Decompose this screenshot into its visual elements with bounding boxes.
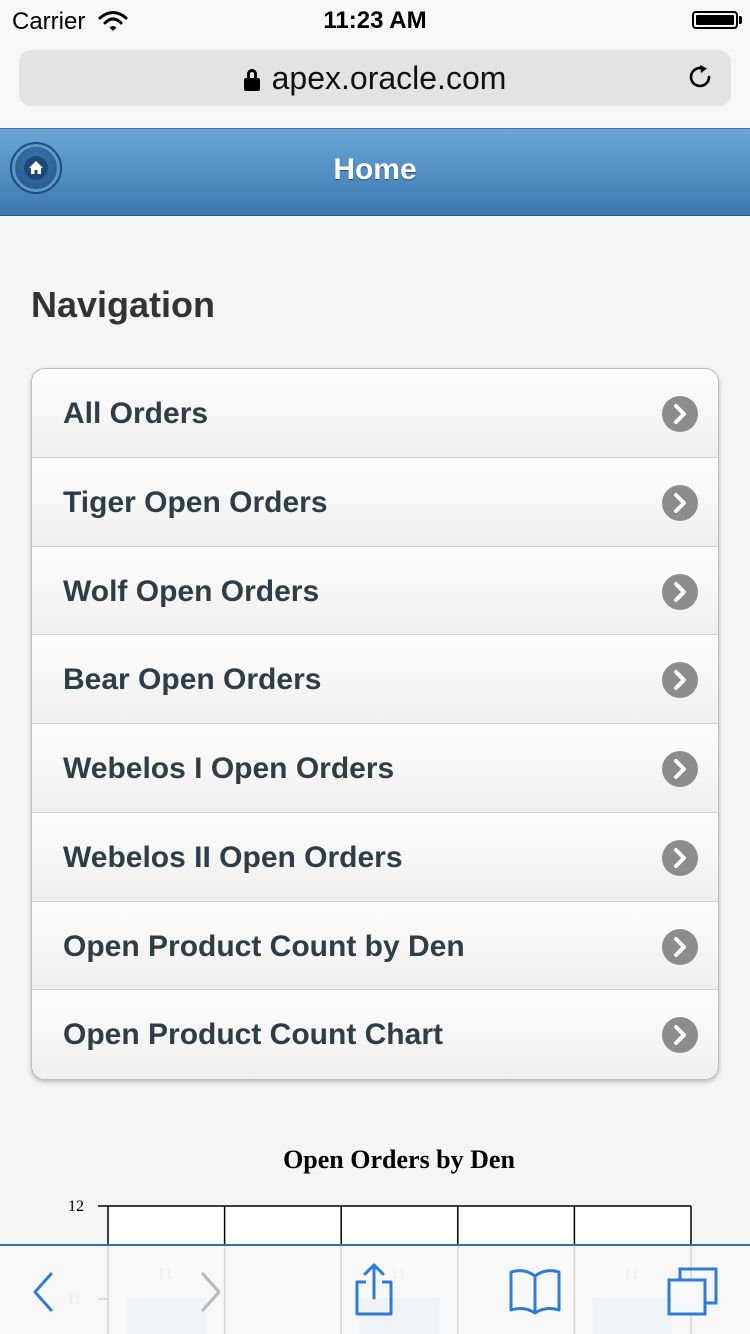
chevron-right-icon	[662, 751, 698, 787]
chevron-right-icon	[662, 839, 698, 876]
bookmarks-icon[interactable]	[508, 1266, 562, 1316]
y-tick-label: 12	[68, 1198, 84, 1215]
app-header: Home	[0, 128, 750, 216]
battery-icon	[692, 11, 738, 29]
chevron-right-icon	[662, 484, 698, 521]
forward-icon[interactable]	[198, 1270, 224, 1314]
nav-item-bear-open-orders[interactable]: Bear Open Orders	[32, 635, 718, 724]
nav-item-wolf-open-orders[interactable]: Wolf Open Orders	[32, 546, 718, 636]
page-title: Home	[333, 153, 417, 186]
nav-item-tiger-open-orders[interactable]: Tiger Open Orders	[32, 457, 718, 547]
status-bar: Carrier 11:23 AM	[0, 0, 750, 40]
nav-item-label: Open Product Count by Den	[63, 929, 465, 963]
back-icon[interactable]	[30, 1270, 56, 1314]
navigation-heading: Navigation	[31, 284, 216, 325]
tabs-icon[interactable]	[666, 1266, 720, 1318]
nav-item-label: Tiger Open Orders	[63, 485, 328, 519]
chart-title: Open Orders by Den	[283, 1145, 515, 1174]
url-text: apex.oracle.com	[271, 60, 507, 96]
browser-chrome: apex.oracle.com	[0, 40, 750, 129]
nav-item-label: All Orders	[63, 397, 209, 430]
nav-item-label: Bear Open Orders	[63, 663, 322, 697]
nav-item-open-product-count-chart[interactable]: Open Product Count Chart	[32, 990, 718, 1079]
nav-item-webelos-i-open-orders[interactable]: Webelos I Open Orders	[32, 724, 718, 813]
nav-item-label: Wolf Open Orders	[63, 574, 320, 608]
browser-toolbar	[0, 1244, 750, 1334]
chevron-right-icon	[662, 573, 698, 610]
chevron-right-icon	[662, 662, 698, 699]
nav-item-label: Webelos II Open Orders	[63, 840, 403, 874]
navigation-list: All Orders Tiger Open Orders Wolf Open O…	[31, 368, 719, 1080]
nav-item-label: Open Product Count Chart	[63, 1018, 443, 1052]
clock: 11:23 AM	[323, 7, 427, 34]
chevron-right-icon	[662, 396, 698, 432]
lock-icon	[243, 69, 260, 91]
nav-item-open-product-count-by-den[interactable]: Open Product Count by Den	[32, 901, 718, 991]
chevron-right-icon	[662, 928, 698, 965]
chevron-right-icon	[662, 1017, 698, 1054]
nav-item-label: Webelos I Open Orders	[63, 752, 395, 785]
nav-item-all-orders[interactable]: All Orders	[32, 369, 718, 458]
reload-icon[interactable]	[685, 62, 715, 92]
share-icon[interactable]	[352, 1262, 396, 1318]
nav-item-webelos-ii-open-orders[interactable]: Webelos II Open Orders	[32, 812, 718, 902]
battery-tip	[739, 16, 742, 24]
address-bar[interactable]: apex.oracle.com	[19, 50, 731, 106]
